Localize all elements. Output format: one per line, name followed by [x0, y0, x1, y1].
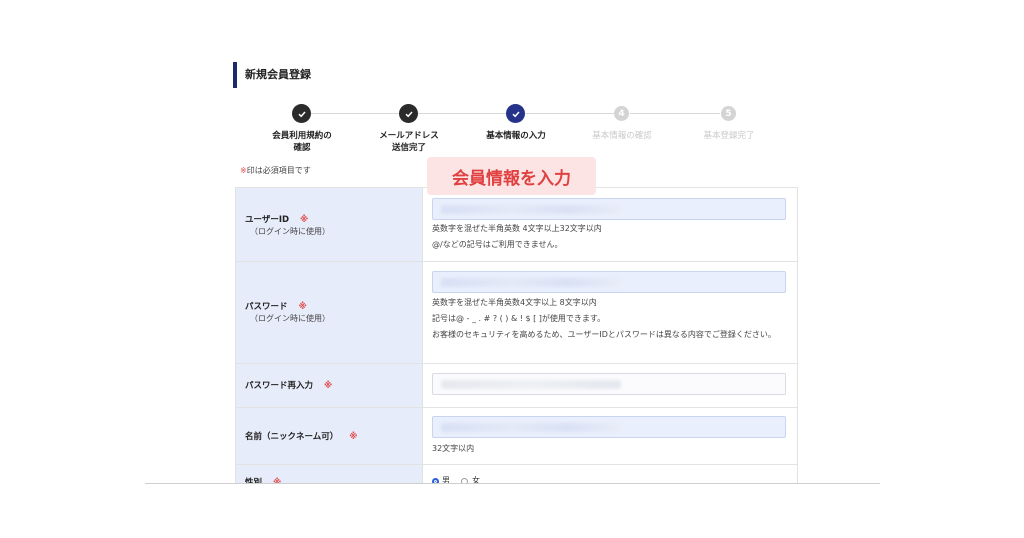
step-connector — [311, 113, 401, 114]
step-5-number: 5 — [721, 106, 736, 121]
row-user-id: ユーザーID ※ （ログイン時に使用） 英数字を混ぜた半角英数 4文字以上32文… — [236, 188, 797, 262]
step-3-check-icon — [506, 104, 525, 123]
required-mark: ※ — [298, 302, 307, 312]
name-label: 名前（ニックネーム可） ※ — [245, 430, 357, 442]
password-label: パスワード ※ — [245, 300, 307, 312]
step-4-number: 4 — [614, 106, 629, 121]
user-id-sub-label: （ログイン時に使用） — [250, 227, 330, 236]
row-password-confirm: パスワード再入力 ※ — [236, 364, 797, 408]
required-note: ※印は必須項目です — [240, 165, 311, 176]
blurred-input-value — [441, 278, 621, 287]
callout-banner: 会員情報を入力 — [427, 157, 596, 195]
password-sub-label: （ログイン時に使用） — [250, 314, 330, 323]
step-2-check-icon — [399, 104, 418, 123]
user-id-help-symbols: @/などの記号はご利用できません。 — [432, 240, 563, 249]
required-mark: ※ — [349, 432, 358, 442]
row-gender: 性別 ※ 男 女 — [236, 465, 797, 484]
blurred-input-value — [441, 380, 621, 389]
step-2-label: メールアドレス 送信完了 — [354, 130, 464, 154]
title-accent-bar — [233, 62, 237, 88]
step-5-label: 基本登録完了 — [703, 131, 755, 141]
step-1-label: 会員利用規約の 確認 — [247, 130, 357, 154]
password-input[interactable] — [432, 271, 786, 293]
row-name: 名前（ニックネーム可） ※ 32文字以内 — [236, 408, 797, 465]
registration-page: 新規会員登録 4 5 会員利用規約の 確認 メールアドレス 送信完了 基本情報の入力… — [0, 0, 1024, 538]
label-cell: パスワード再入力 ※ — [236, 364, 423, 407]
password-confirm-label: パスワード再入力 ※ — [245, 379, 332, 391]
password-label-text: パスワード — [245, 302, 288, 312]
password-confirm-label-text: パスワード再入力 — [245, 381, 314, 391]
step-4-label: 基本情報の確認 — [592, 131, 652, 141]
step-3-label: 基本情報の入力 — [486, 131, 546, 141]
name-help: 32文字以内 — [432, 444, 475, 453]
registration-form: ユーザーID ※ （ログイン時に使用） 英数字を混ぜた半角英数 4文字以上32文… — [235, 187, 798, 484]
blurred-input-value — [441, 423, 621, 432]
step-connector — [630, 113, 720, 114]
step-2-label-text: メールアドレス 送信完了 — [379, 131, 439, 153]
password-help-security: お客様のセキュリティを高めるため、ユーザーIDとパスワードは異なる内容でご登録く… — [432, 330, 776, 339]
step-1-check-icon — [292, 104, 311, 123]
label-cell: 性別 ※ — [236, 465, 423, 484]
step-connector — [418, 113, 508, 114]
user-id-label: ユーザーID ※ — [245, 213, 308, 225]
step-1-label-text: 会員利用規約の 確認 — [272, 131, 332, 153]
password-confirm-input[interactable] — [432, 373, 786, 395]
required-note-text: 印は必須項目です — [246, 166, 311, 175]
row-password: パスワード ※ （ログイン時に使用） 英数字を混ぜた半角英数4文字以上 8文字以… — [236, 262, 797, 364]
user-id-label-text: ユーザーID — [245, 215, 290, 225]
user-id-help: 英数字を混ぜた半角英数 4文字以上32文字以内 — [432, 224, 602, 233]
name-input[interactable] — [432, 416, 786, 438]
required-mark: ※ — [240, 166, 247, 175]
password-help-length: 英数字を混ぜた半角英数4文字以上 8文字以内 — [432, 298, 597, 307]
bottom-divider — [145, 483, 880, 484]
page-title: 新規会員登録 — [245, 68, 311, 81]
required-mark: ※ — [323, 381, 333, 391]
required-mark: ※ — [300, 215, 309, 225]
user-id-input[interactable] — [432, 198, 786, 220]
label-cell: パスワード ※ （ログイン時に使用） — [236, 262, 423, 363]
step-connector — [525, 113, 615, 114]
label-cell: 名前（ニックネーム可） ※ — [236, 408, 423, 464]
name-label-text: 名前（ニックネーム可） — [245, 432, 339, 442]
blurred-input-value — [441, 205, 621, 214]
label-cell: ユーザーID ※ （ログイン時に使用） — [236, 188, 423, 261]
password-help-symbols: 記号は@ - _ . # ? ( ) & ! $ [ ]が使用できます。 — [432, 314, 606, 323]
